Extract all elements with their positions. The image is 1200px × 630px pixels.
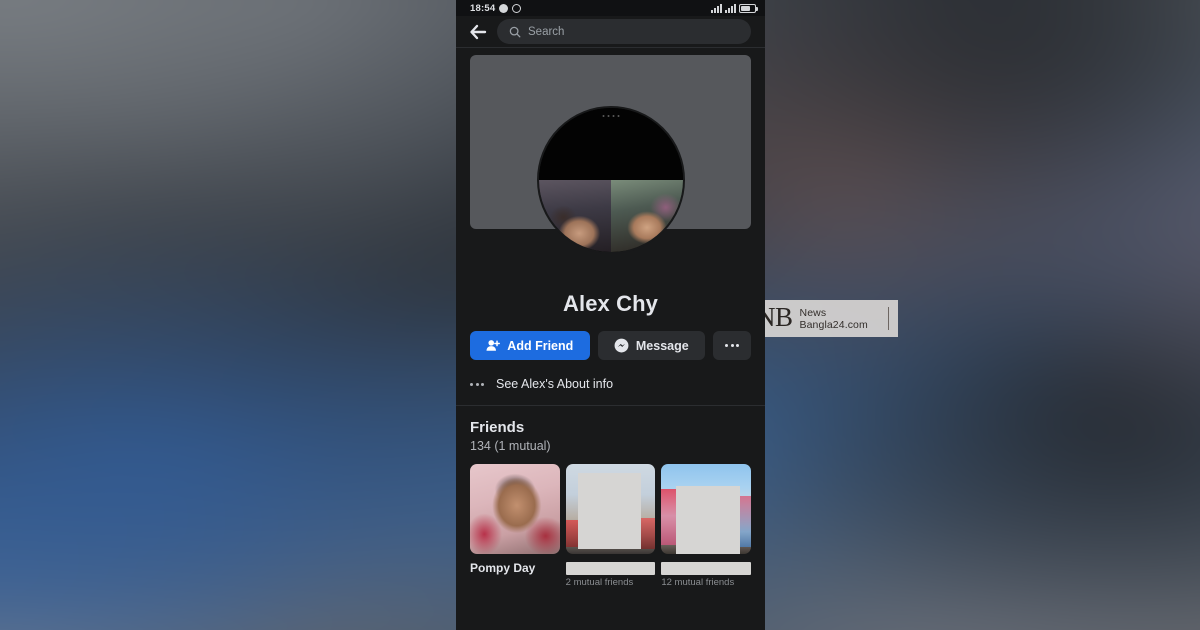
friend-name — [565, 562, 656, 575]
friend-mutual-count: 12 mutual friends — [661, 577, 735, 588]
status-bar-right — [711, 3, 758, 13]
about-info-row[interactable]: See Alex's About info — [456, 360, 765, 406]
friends-count: 134 (1 mutual) — [470, 439, 551, 453]
friend-mutual-count: 2 mutual friends — [565, 577, 634, 588]
profile-picture-image — [536, 106, 685, 254]
redaction-overlay — [675, 485, 741, 554]
signal-bars-icon-1 — [711, 3, 722, 13]
page-title: Alex Chy — [563, 291, 658, 316]
messenger-icon — [614, 338, 629, 353]
list-item[interactable]: 12 mutual friends — [661, 464, 751, 588]
add-friend-label: Add Friend — [507, 338, 574, 353]
friend-name: Pompy Day — [470, 561, 536, 575]
profile-picture[interactable] — [536, 106, 685, 254]
list-item[interactable]: 2 mutual friends — [565, 464, 656, 588]
watermark-line-2: Bangla24.com — [799, 318, 868, 331]
ellipsis-icon — [725, 344, 739, 347]
status-bar-clock: 18:54 — [470, 2, 496, 14]
list-item[interactable]: Pompy Day — [470, 464, 560, 588]
redaction-overlay — [578, 473, 641, 549]
friends-heading: Friends — [470, 419, 525, 436]
phone-screen: 18:54 Search Alex Chy Add Friend Message… — [456, 0, 765, 630]
profile-action-bar: Add Friend Message — [456, 317, 765, 360]
profile-photo-dots-icon — [602, 115, 619, 117]
search-input[interactable]: Search — [497, 19, 751, 44]
add-friend-button[interactable]: Add Friend — [470, 331, 590, 360]
friend-avatar[interactable] — [470, 464, 560, 554]
watermark-text: News Bangla24.com — [800, 307, 868, 331]
top-nav-bar: Search — [456, 16, 765, 48]
signal-bars-icon-2 — [725, 3, 736, 13]
screenshot-canvas: NB News Bangla24.com 18:54 Search Alex C… — [0, 0, 1200, 630]
status-bar: 18:54 — [456, 0, 765, 16]
newsbangla24-watermark: NB News Bangla24.com — [750, 300, 898, 337]
battery-icon — [739, 3, 758, 13]
add-friend-icon — [486, 340, 501, 351]
notification-icon — [499, 3, 509, 13]
message-button[interactable]: Message — [597, 331, 705, 360]
friend-name — [661, 562, 751, 575]
watermark-divider — [888, 307, 889, 330]
status-bar-left: 18:54 — [470, 2, 522, 14]
friend-avatar[interactable] — [661, 464, 751, 554]
friends-grid: Pompy Day 2 mutual friends 12 mutual fri… — [470, 464, 751, 588]
ellipsis-icon — [470, 382, 484, 386]
watermark-line-1: News — [799, 306, 827, 319]
profile-photo-top-panel — [538, 108, 683, 180]
back-arrow-icon[interactable] — [468, 22, 488, 42]
friend-avatar[interactable] — [565, 464, 656, 554]
app-icon — [512, 3, 522, 13]
search-icon — [509, 26, 521, 37]
search-placeholder: Search — [528, 25, 565, 38]
friends-section: Friends 134 (1 mutual) Pompy Day 2 mutua… — [456, 406, 765, 588]
profile-photo-right — [610, 180, 683, 252]
profile-photo-left — [538, 180, 611, 252]
more-options-button[interactable] — [713, 331, 751, 360]
message-label: Message — [635, 338, 689, 353]
profile-photo-bottom-panels — [538, 180, 683, 252]
about-info-label: See Alex's About info — [496, 377, 614, 391]
